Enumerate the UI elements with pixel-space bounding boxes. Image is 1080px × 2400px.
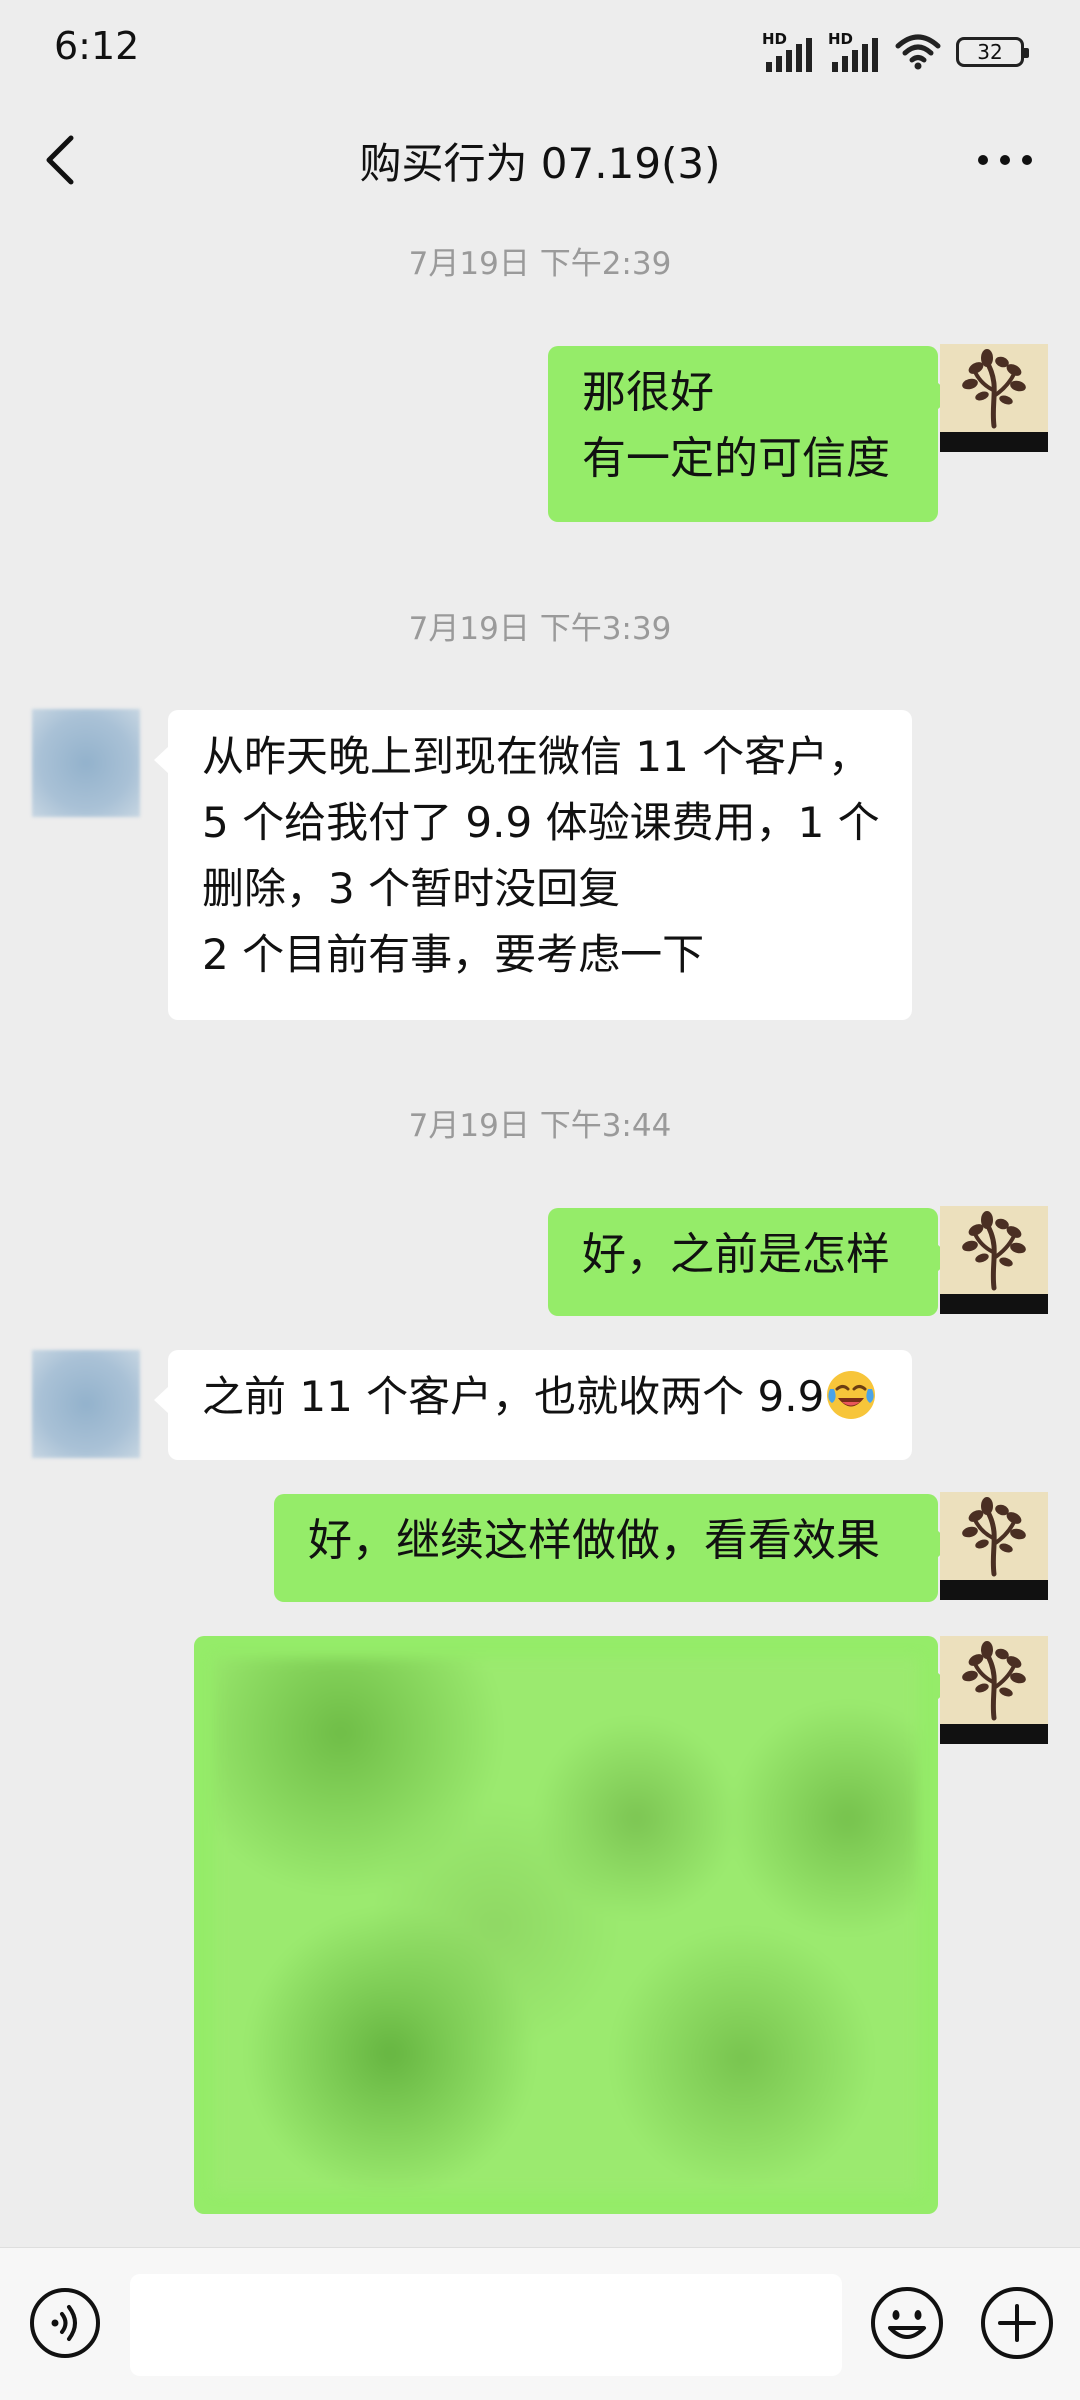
- contact-message-bubble[interactable]: 之前 11 个客户，也就收两个 9.9: [154, 1350, 912, 1460]
- more-button[interactable]: [970, 138, 1040, 182]
- message-timestamp: 7月19日 下午3:44: [408, 1108, 672, 1144]
- chat-header: 购买行为 07.19(3): [0, 100, 1080, 220]
- emoji-button[interactable]: [868, 2284, 946, 2362]
- status-time: 6:12: [54, 24, 140, 68]
- voice-icon: [30, 2288, 100, 2358]
- my-message-bubble[interactable]: 那很好 有一定的可信度: [548, 346, 952, 522]
- message-text-line: 有一定的可信度: [582, 433, 890, 484]
- battery-level: 32: [977, 40, 1003, 64]
- chat-title: 购买行为 07.19(3): [359, 139, 721, 188]
- contact-avatar[interactable]: [32, 709, 140, 817]
- smiley-icon: [871, 2287, 943, 2359]
- voice-input-button[interactable]: [28, 2286, 102, 2360]
- my-avatar[interactable]: [940, 1636, 1048, 1744]
- message-input-bar: [0, 2247, 1080, 2400]
- my-message-bubble[interactable]: 好，之前是怎样: [548, 1208, 952, 1316]
- tree-icon: [962, 1641, 1026, 1721]
- message-timestamp: 7月19日 下午2:39: [408, 246, 672, 282]
- my-avatar[interactable]: [940, 1206, 1048, 1314]
- message-text: 之前 11 个客户，也就收两个 9.9: [202, 1372, 825, 1421]
- laughing-crying-emoji-icon: [827, 1371, 876, 1419]
- message-text-line: 删除，3 个暂时没回复: [202, 864, 621, 913]
- my-avatar[interactable]: [940, 1492, 1048, 1600]
- message-input[interactable]: [130, 2274, 842, 2376]
- wifi-icon: [895, 34, 941, 70]
- status-icons: HD HD 32: [762, 30, 1029, 74]
- message-text-line: 那很好: [582, 367, 714, 418]
- more-functions-button[interactable]: [978, 2284, 1056, 2362]
- signal-icon: HD: [762, 30, 814, 74]
- message-text: 好，继续这样做做，看看效果: [308, 1515, 880, 1566]
- tree-icon: [962, 1497, 1026, 1577]
- more-dots-icon: [978, 155, 1032, 165]
- contact-avatar[interactable]: [32, 1350, 140, 1458]
- tree-icon: [962, 1211, 1026, 1291]
- my-image-message[interactable]: [194, 1636, 952, 2214]
- status-bar: 6:12 HD HD 32: [0, 0, 1080, 100]
- my-message-bubble[interactable]: 好，继续这样做做，看看效果: [274, 1494, 952, 1602]
- message-text-line: 5 个给我付了 9.9 体验课费用，1 个: [202, 798, 880, 847]
- message-text: 好，之前是怎样: [582, 1229, 890, 1280]
- message-text-line: 从昨天晚上到现在微信 11 个客户，: [202, 732, 871, 781]
- signal-icon: HD: [828, 30, 880, 74]
- plus-circle-icon: [981, 2287, 1053, 2359]
- my-avatar[interactable]: [940, 344, 1048, 452]
- battery-icon: 32: [956, 37, 1029, 67]
- tree-icon: [962, 349, 1026, 429]
- message-timestamp: 7月19日 下午3:39: [408, 611, 672, 647]
- message-text-line: 2 个目前有事，要考虑一下: [202, 930, 705, 979]
- contact-message-bubble[interactable]: 从昨天晚上到现在微信 11 个客户， 5 个给我付了 9.9 体验课费用，1 个…: [154, 710, 912, 1020]
- blurred-image: [214, 1658, 918, 2192]
